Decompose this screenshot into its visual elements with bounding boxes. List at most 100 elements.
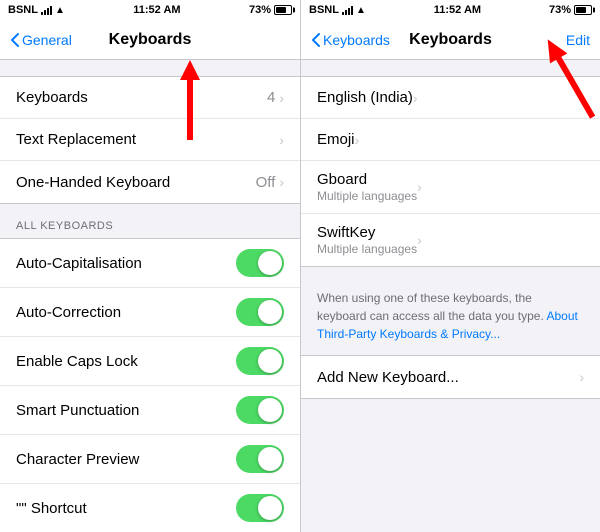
signal-bar-2 bbox=[44, 10, 46, 15]
toggle-knob-4 bbox=[258, 398, 282, 422]
battery-percent-2: 73% bbox=[549, 4, 571, 16]
toggle-knob bbox=[258, 251, 282, 275]
signal-bars bbox=[41, 5, 52, 15]
toggle-knob-2 bbox=[258, 300, 282, 324]
battery-icon bbox=[274, 5, 292, 15]
status-left: BSNL ▲ bbox=[8, 4, 65, 16]
english-india-item: English (India) bbox=[317, 89, 413, 106]
signal-bar-r3 bbox=[348, 8, 350, 15]
status-right-2: 73% bbox=[549, 4, 592, 16]
back-chevron-icon-2 bbox=[311, 32, 321, 48]
battery-fill bbox=[276, 7, 286, 13]
text-replacement-chevron: › bbox=[279, 132, 284, 148]
signal-bar-1 bbox=[41, 12, 43, 15]
add-keyboard-label: Add New Keyboard... bbox=[317, 369, 579, 386]
status-right: 73% bbox=[249, 4, 292, 16]
emoji-row[interactable]: Emoji › bbox=[301, 119, 600, 161]
wifi-icon-2: ▲ bbox=[356, 5, 366, 16]
gboard-row[interactable]: Gboard Multiple languages › bbox=[301, 161, 600, 214]
back-button-2[interactable]: Keyboards bbox=[311, 32, 390, 48]
content-right: English (India) › Emoji › Gboard Multipl… bbox=[301, 60, 600, 532]
auto-correct-toggle[interactable] bbox=[236, 298, 284, 326]
edit-button[interactable]: Edit bbox=[566, 32, 590, 48]
time-display-2: 11:52 AM bbox=[434, 4, 481, 16]
keyboards-label: Keyboards bbox=[16, 89, 267, 106]
emoji-chevron: › bbox=[355, 132, 360, 148]
content-left: Keyboards 4 › Text Replacement › One-Han… bbox=[0, 60, 300, 532]
status-bar-left: BSNL ▲ 11:52 AM 73% bbox=[0, 0, 300, 20]
smart-punct-label: Smart Punctuation bbox=[16, 402, 236, 419]
auto-cap-row[interactable]: Auto-Capitalisation bbox=[0, 239, 300, 288]
one-handed-value: Off bbox=[256, 174, 276, 191]
signal-bar-r4 bbox=[351, 6, 353, 15]
text-replacement-row[interactable]: Text Replacement › bbox=[0, 119, 300, 161]
swiftkey-label: SwiftKey bbox=[317, 224, 417, 241]
auto-cap-toggle[interactable] bbox=[236, 249, 284, 277]
gboard-label: Gboard bbox=[317, 171, 417, 188]
all-keyboards-label: ALL KEYBOARDS bbox=[0, 220, 300, 238]
privacy-note: When using one of these keyboards, the k… bbox=[301, 283, 600, 355]
status-bar-right: BSNL ▲ 11:52 AM 73% bbox=[301, 0, 600, 20]
nav-bar-right: Keyboards Keyboards Edit bbox=[301, 20, 600, 60]
status-left-2: BSNL ▲ bbox=[309, 4, 366, 16]
english-india-row[interactable]: English (India) › bbox=[301, 77, 600, 119]
screen-right: BSNL ▲ 11:52 AM 73% Keyboards bbox=[300, 0, 600, 532]
char-preview-row[interactable]: Character Preview bbox=[0, 435, 300, 484]
gboard-item: Gboard Multiple languages bbox=[317, 171, 417, 203]
toggle-knob-6 bbox=[258, 496, 282, 520]
add-keyboard-row[interactable]: Add New Keyboard... › bbox=[301, 356, 600, 398]
caps-lock-toggle[interactable] bbox=[236, 347, 284, 375]
battery-icon-2 bbox=[574, 5, 592, 15]
swiftkey-sublabel: Multiple languages bbox=[317, 242, 417, 256]
back-chevron-icon bbox=[10, 32, 20, 48]
smart-punct-row[interactable]: Smart Punctuation bbox=[0, 386, 300, 435]
nav-bar-left: General Keyboards bbox=[0, 20, 300, 60]
toggle-knob-5 bbox=[258, 447, 282, 471]
auto-correct-label: Auto-Correction bbox=[16, 304, 236, 321]
char-preview-label: Character Preview bbox=[16, 451, 236, 468]
wifi-icon: ▲ bbox=[55, 5, 65, 16]
all-keyboards-group: Auto-Capitalisation Auto-Correction Enab… bbox=[0, 238, 300, 532]
time-display: 11:52 AM bbox=[133, 4, 180, 16]
main-settings-group: Keyboards 4 › Text Replacement › One-Han… bbox=[0, 76, 300, 204]
screen-left: BSNL ▲ 11:52 AM 73% General bbox=[0, 0, 300, 532]
keyboards-chevron: › bbox=[279, 90, 284, 106]
back-button[interactable]: General bbox=[10, 32, 72, 48]
keyboards-row[interactable]: Keyboards 4 › bbox=[0, 77, 300, 119]
battery-fill-2 bbox=[576, 7, 586, 13]
swiftkey-row[interactable]: SwiftKey Multiple languages › bbox=[301, 214, 600, 266]
auto-correct-row[interactable]: Auto-Correction bbox=[0, 288, 300, 337]
carrier-text: BSNL bbox=[8, 4, 38, 16]
battery-container bbox=[274, 5, 292, 15]
signal-bars-2 bbox=[342, 5, 353, 15]
nav-title-left: Keyboards bbox=[109, 31, 192, 49]
carrier-text-2: BSNL bbox=[309, 4, 339, 16]
one-handed-chevron: › bbox=[279, 174, 284, 190]
emoji-item: Emoji bbox=[317, 131, 355, 148]
add-keyboard-chevron: › bbox=[579, 369, 584, 385]
smart-punct-toggle[interactable] bbox=[236, 396, 284, 424]
back-label: General bbox=[22, 32, 72, 48]
signal-bar-r2 bbox=[345, 10, 347, 15]
one-handed-label: One-Handed Keyboard bbox=[16, 174, 256, 191]
swiftkey-item: SwiftKey Multiple languages bbox=[317, 224, 417, 256]
english-india-chevron: › bbox=[413, 90, 418, 106]
text-replacement-label: Text Replacement bbox=[16, 131, 279, 148]
shortcut-row[interactable]: "" Shortcut bbox=[0, 484, 300, 532]
emoji-label: Emoji bbox=[317, 131, 355, 148]
english-india-label: English (India) bbox=[317, 89, 413, 106]
signal-bar-3 bbox=[47, 8, 49, 15]
keyboards-value: 4 bbox=[267, 89, 275, 106]
swiftkey-chevron: › bbox=[417, 232, 422, 248]
privacy-text: When using one of these keyboards, the k… bbox=[317, 291, 546, 323]
signal-bar-4 bbox=[50, 6, 52, 15]
caps-lock-row[interactable]: Enable Caps Lock bbox=[0, 337, 300, 386]
nav-title-right: Keyboards bbox=[409, 31, 492, 49]
add-keyboard-group: Add New Keyboard... › bbox=[301, 355, 600, 399]
shortcut-toggle[interactable] bbox=[236, 494, 284, 522]
signal-bar-r1 bbox=[342, 12, 344, 15]
battery-percent: 73% bbox=[249, 4, 271, 16]
toggle-knob-3 bbox=[258, 349, 282, 373]
char-preview-toggle[interactable] bbox=[236, 445, 284, 473]
one-handed-row[interactable]: One-Handed Keyboard Off › bbox=[0, 161, 300, 203]
